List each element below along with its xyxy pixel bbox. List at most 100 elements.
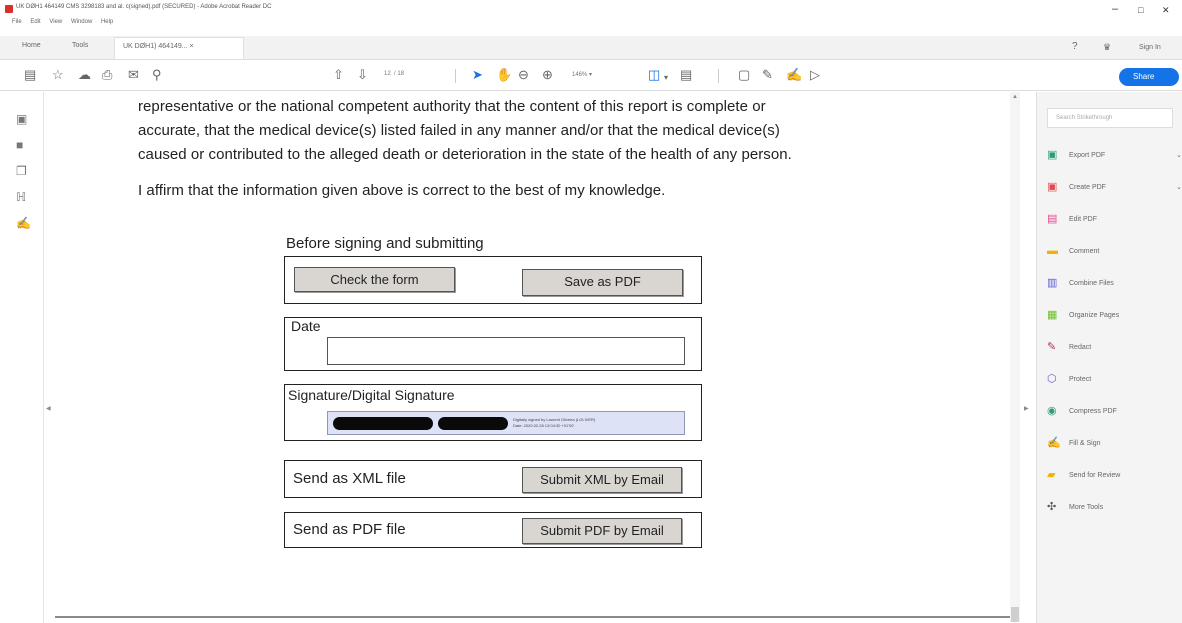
protect-icon: ⬡ [1047, 373, 1057, 385]
tools-search-input[interactable]: Search Strikethrough [1047, 108, 1173, 128]
print-icon[interactable]: ⎙ [102, 68, 112, 82]
document-text-line: accurate, that the medical device(s) lis… [138, 122, 780, 139]
page-bottom-edge [55, 616, 1010, 618]
digital-signature-field[interactable]: Digitally signed by Laurent Oliveira (LO… [327, 411, 685, 435]
zoom-out-icon[interactable]: ⊖ [518, 68, 529, 82]
toolbar-divider [718, 69, 719, 83]
create-pdf-icon: ▣ [1047, 181, 1058, 193]
scroll-mode-icon[interactable]: ▤ [680, 68, 692, 82]
scrollbar-thumb[interactable] [1011, 607, 1019, 622]
lock-icon[interactable]: ■ [16, 138, 23, 152]
collapse-right-panel-icon[interactable]: ▶ [1024, 405, 1029, 412]
bookmark-star-icon[interactable]: ☆ [52, 68, 64, 82]
tool-item-label: Compress PDF [1069, 408, 1117, 415]
tab-home[interactable]: Home [22, 42, 41, 49]
submit-xml-button[interactable]: Submit XML by Email [522, 467, 682, 493]
tool-item-label: Organize Pages [1069, 312, 1120, 319]
menu-edit[interactable]: Edit [30, 19, 40, 25]
previous-page-icon[interactable]: ⇧ [333, 68, 344, 82]
menu-file[interactable]: File [12, 19, 22, 25]
signature-panel-icon[interactable]: ✍ [16, 216, 31, 230]
share-button[interactable]: Share [1119, 68, 1179, 86]
page-total: / 18 [394, 71, 405, 77]
compress-pdf-icon: ◉ [1047, 405, 1057, 417]
page-thumbnails-icon[interactable]: ▣ [16, 112, 27, 126]
edit-pdf-icon: ▤ [1047, 213, 1058, 225]
tool-item-fill-sign[interactable]: ✍ Fill & Sign [1047, 436, 1182, 456]
scroll-up-icon[interactable]: ▲ [1012, 94, 1018, 100]
sign-tool-icon[interactable]: ✍ [786, 68, 802, 82]
tab-bar: Home Tools UK DØH1) 464149... × ? ♛ Sign… [0, 36, 1182, 60]
page-fit-icon[interactable]: ◫ [648, 68, 660, 82]
tool-item-label: Export PDF [1069, 152, 1106, 159]
tool-item-export-pdf[interactable]: ▣ Export PDF ⌄ [1047, 148, 1182, 168]
signature-detail-line: Digitally signed by Laurent Oliveira (LO… [513, 417, 596, 422]
tab-document[interactable]: UK DØH1) 464149... × [114, 37, 244, 59]
attachment-icon[interactable]: ℍ [16, 190, 26, 204]
tool-item-redact[interactable]: ✎ Redact [1047, 340, 1182, 360]
tool-item-comment[interactable]: ▬ Comment [1047, 244, 1182, 264]
tab-tools[interactable]: Tools [72, 42, 88, 49]
menu-window[interactable]: Window [71, 19, 92, 25]
upload-cloud-icon[interactable]: ☁ [78, 68, 91, 82]
send-xml-box: Send as XML file Submit XML by Email [284, 460, 702, 498]
tool-item-label: Comment [1069, 248, 1100, 255]
chevron-down-icon[interactable]: ⌄ [1176, 183, 1182, 191]
search-icon[interactable]: ⚲ [152, 68, 162, 82]
more-tools-icon: ✣ [1047, 501, 1057, 513]
menu-view[interactable]: View [49, 19, 62, 25]
sign-in-link[interactable]: Sign In [1139, 44, 1161, 51]
menu-help[interactable]: Help [101, 19, 113, 25]
main-toolbar: ▤ ☆ ☁ ⎙ ✉ ⚲ ⇧ ⇩ 12 / 18 ➤ ✋ ⊖ ⊕ 146% ▾ ◫… [0, 61, 1182, 91]
read-aloud-icon[interactable]: ▷ [810, 68, 820, 82]
document-page: representative or the national competent… [55, 92, 1010, 618]
next-page-icon[interactable]: ⇩ [357, 68, 368, 82]
tool-item-edit-pdf[interactable]: ▤ Edit PDF [1047, 212, 1182, 232]
zoom-in-icon[interactable]: ⊕ [542, 68, 553, 82]
page-number-input[interactable]: 12 [384, 71, 391, 77]
signature-date-line: Date: 2020.02.28 13:04:30 +01'00' [513, 423, 575, 428]
send-xml-label: Send as XML file [293, 470, 406, 487]
email-icon[interactable]: ✉ [128, 68, 139, 82]
tool-item-more-tools[interactable]: ✣ More Tools [1047, 500, 1182, 520]
vertical-scrollbar[interactable] [1010, 92, 1020, 622]
help-icon[interactable]: ? [1072, 41, 1078, 52]
page-thumbnail-icon[interactable]: ▤ [24, 68, 36, 82]
chevron-down-icon[interactable]: ⌄ [1176, 151, 1182, 159]
send-pdf-box: Send as PDF file Submit PDF by Email [284, 512, 702, 548]
check-form-button[interactable]: Check the form [294, 267, 455, 292]
notification-bell-icon[interactable]: ♛ [1103, 42, 1111, 53]
tool-item-combine-files[interactable]: ▥ Combine Files [1047, 276, 1182, 296]
tool-item-compress-pdf[interactable]: ◉ Compress PDF [1047, 404, 1182, 424]
submit-pdf-button[interactable]: Submit PDF by Email [522, 518, 682, 544]
zoom-level-dropdown[interactable]: 146% ▾ [572, 71, 592, 78]
tool-item-label: Create PDF [1069, 184, 1106, 191]
document-text-line: caused or contributed to the alleged dea… [138, 146, 792, 163]
title-bar: UK DØH1 464149 CMS 3298183 and al. c(sig… [0, 0, 1182, 20]
minimize-button[interactable]: – [1112, 3, 1118, 15]
comment-icon: ▬ [1047, 245, 1058, 257]
tool-item-label: More Tools [1069, 504, 1104, 511]
copy-pages-icon[interactable]: ❐ [16, 164, 27, 178]
hand-tool-icon[interactable]: ✋ [496, 68, 512, 82]
tool-item-send-for-review[interactable]: ▰ Send for Review [1047, 468, 1182, 488]
expand-left-panel-icon[interactable]: ◀ [46, 405, 51, 412]
combine-files-icon: ▥ [1047, 277, 1058, 289]
highlight-pen-icon[interactable]: ✎ [762, 68, 773, 82]
organize-pages-icon: ▦ [1047, 309, 1058, 321]
chevron-down-icon[interactable]: ▾ [664, 71, 668, 85]
tool-item-label: Combine Files [1069, 280, 1114, 287]
maximize-button[interactable]: □ [1138, 5, 1143, 15]
tool-item-protect[interactable]: ⬡ Protect [1047, 372, 1182, 392]
date-input[interactable] [327, 337, 685, 365]
comment-tool-icon[interactable]: ▢ [738, 68, 750, 82]
tool-item-organize-pages[interactable]: ▦ Organize Pages [1047, 308, 1182, 328]
save-as-pdf-button[interactable]: Save as PDF [522, 269, 683, 296]
select-cursor-icon[interactable]: ➤ [472, 68, 483, 82]
tool-item-label: Edit PDF [1069, 216, 1098, 223]
export-pdf-icon: ▣ [1047, 149, 1058, 161]
close-button[interactable]: ✕ [1162, 5, 1170, 16]
before-signing-label: Before signing and submitting [286, 235, 484, 252]
tool-item-create-pdf[interactable]: ▣ Create PDF ⌄ [1047, 180, 1182, 200]
left-navigation-panel: ▣ ■ ❐ ℍ ✍ [0, 92, 44, 623]
